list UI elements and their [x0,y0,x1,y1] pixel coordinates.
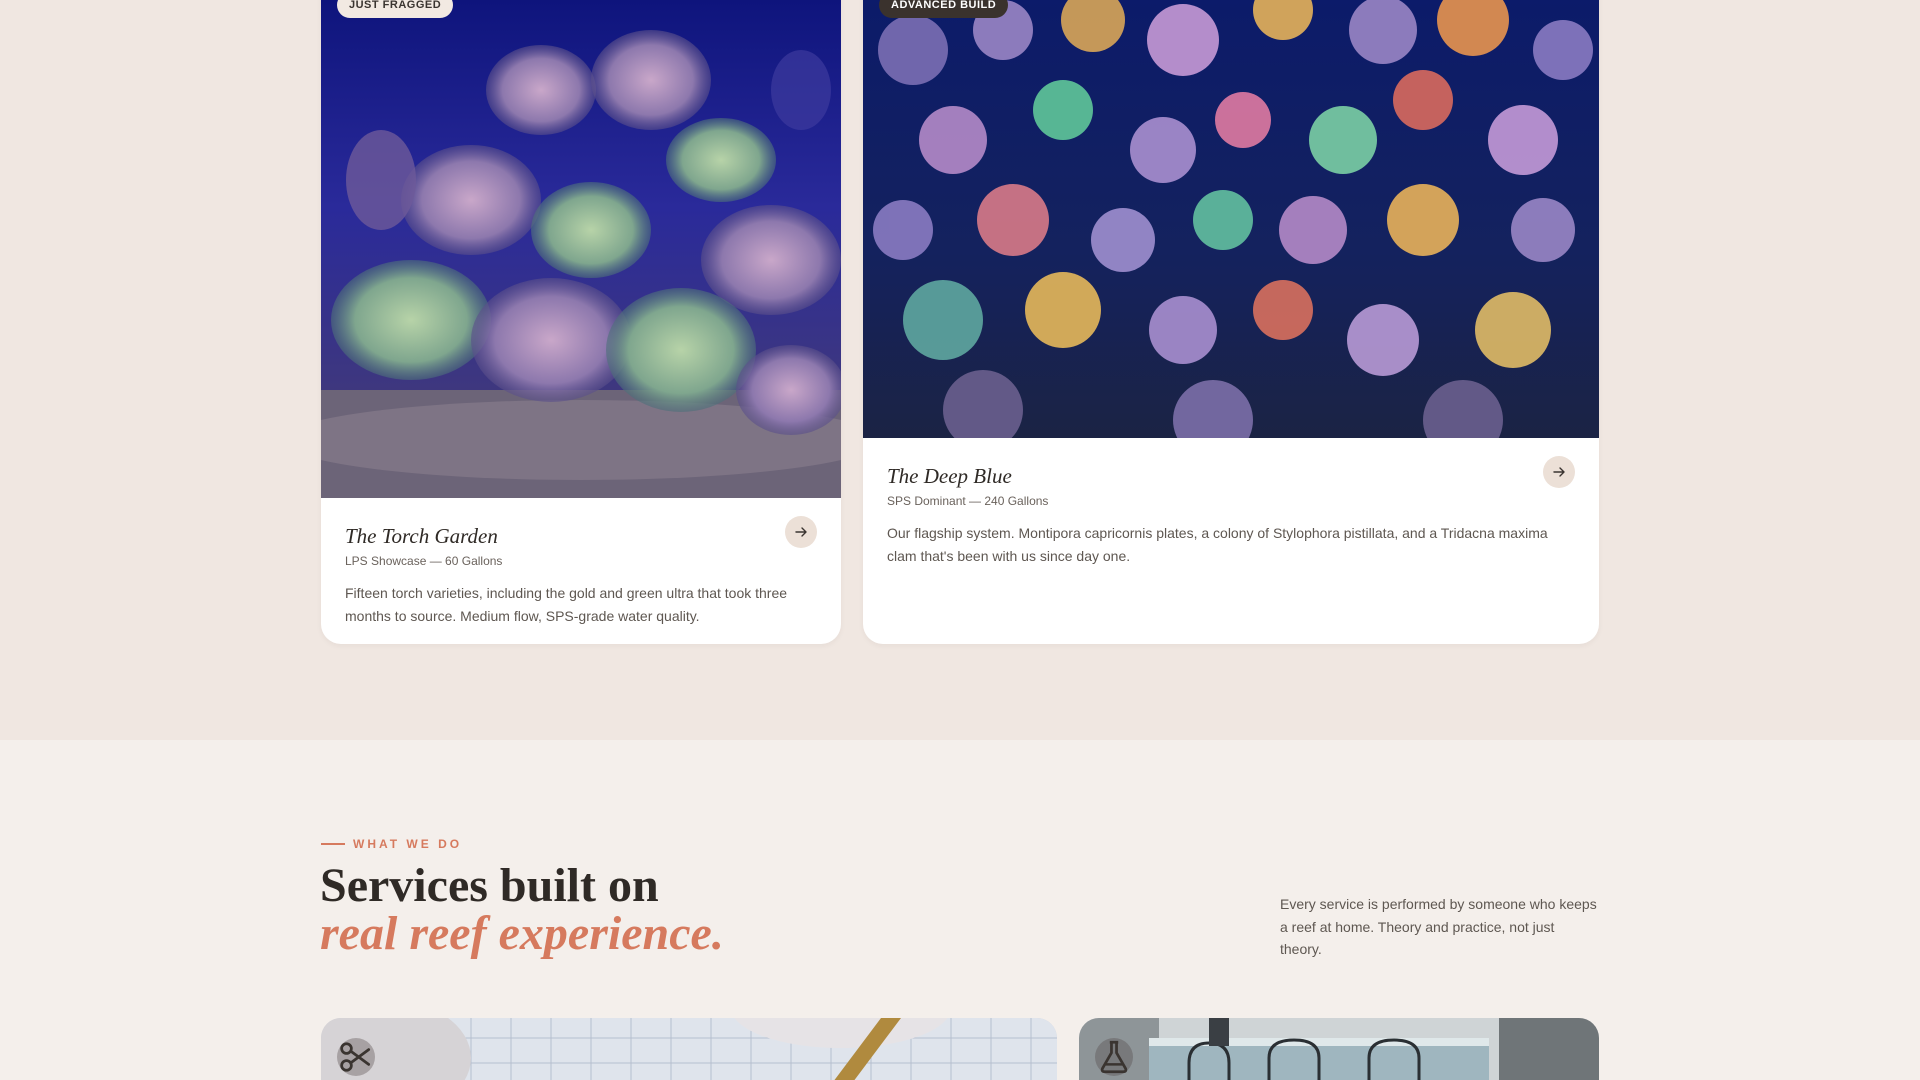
card-arrow-button[interactable] [1543,456,1575,488]
torch-garden-photo [321,0,841,498]
eyebrow-rule [321,843,345,845]
eyebrow-text: WHAT WE DO [353,837,463,851]
fragging-photo [321,1018,1057,1080]
service-card-water-testing[interactable] [1079,1018,1599,1080]
card-title: The Torch Garden [345,524,498,548]
gallery-card-deep-blue[interactable]: ADVANCED BUILD The Deep Blue SPS Dominan… [863,0,1599,644]
gallery-card-torch-garden[interactable]: JUST FRAGGED The Torch Garden LPS Showca… [321,0,841,644]
card-subtitle: SPS Dominant — 240 Gallons [887,494,1049,508]
card-subtitle: LPS Showcase — 60 Gallons [345,554,503,568]
heading-line-2: real reef experience. [320,907,724,960]
gallery-card-image [863,0,1599,438]
arrow-right-icon [795,527,807,537]
heading-line-1: Services built on [320,859,659,912]
card-arrow-button[interactable] [785,516,817,548]
card-title: The Deep Blue [887,464,1012,488]
gallery-card-image [321,0,841,498]
arrow-right-icon [1553,467,1565,477]
section-heading: Services built on real reef experience. [320,862,724,958]
section-intro: Every service is performed by someone wh… [1280,896,1597,957]
gallery-card-body: The Deep Blue SPS Dominant — 240 Gallons… [887,456,1575,568]
card-description: Fifteen torch varieties, including the g… [345,585,788,624]
service-card-fragging[interactable] [321,1018,1057,1080]
service-icon-badge [337,1038,375,1076]
flask-icon [1100,1040,1128,1074]
card-badge: ADVANCED BUILD [879,0,1009,18]
section-eyebrow: WHAT WE DO [321,837,462,851]
deep-blue-photo [863,0,1599,438]
scissors-icon [340,1042,371,1072]
services-section: WHAT WE DO Services built on real reef e… [0,740,1920,1080]
reef-gallery-section: JUST FRAGGED The Torch Garden LPS Showca… [0,0,1920,740]
card-description: Our flagship system. Montipora capricorn… [887,525,1548,564]
gallery-card-body: The Torch Garden LPS Showcase — 60 Gallo… [345,516,817,628]
service-icon-badge [1095,1038,1133,1076]
card-badge: JUST FRAGGED [337,0,454,18]
water-testing-photo [1079,1018,1599,1080]
